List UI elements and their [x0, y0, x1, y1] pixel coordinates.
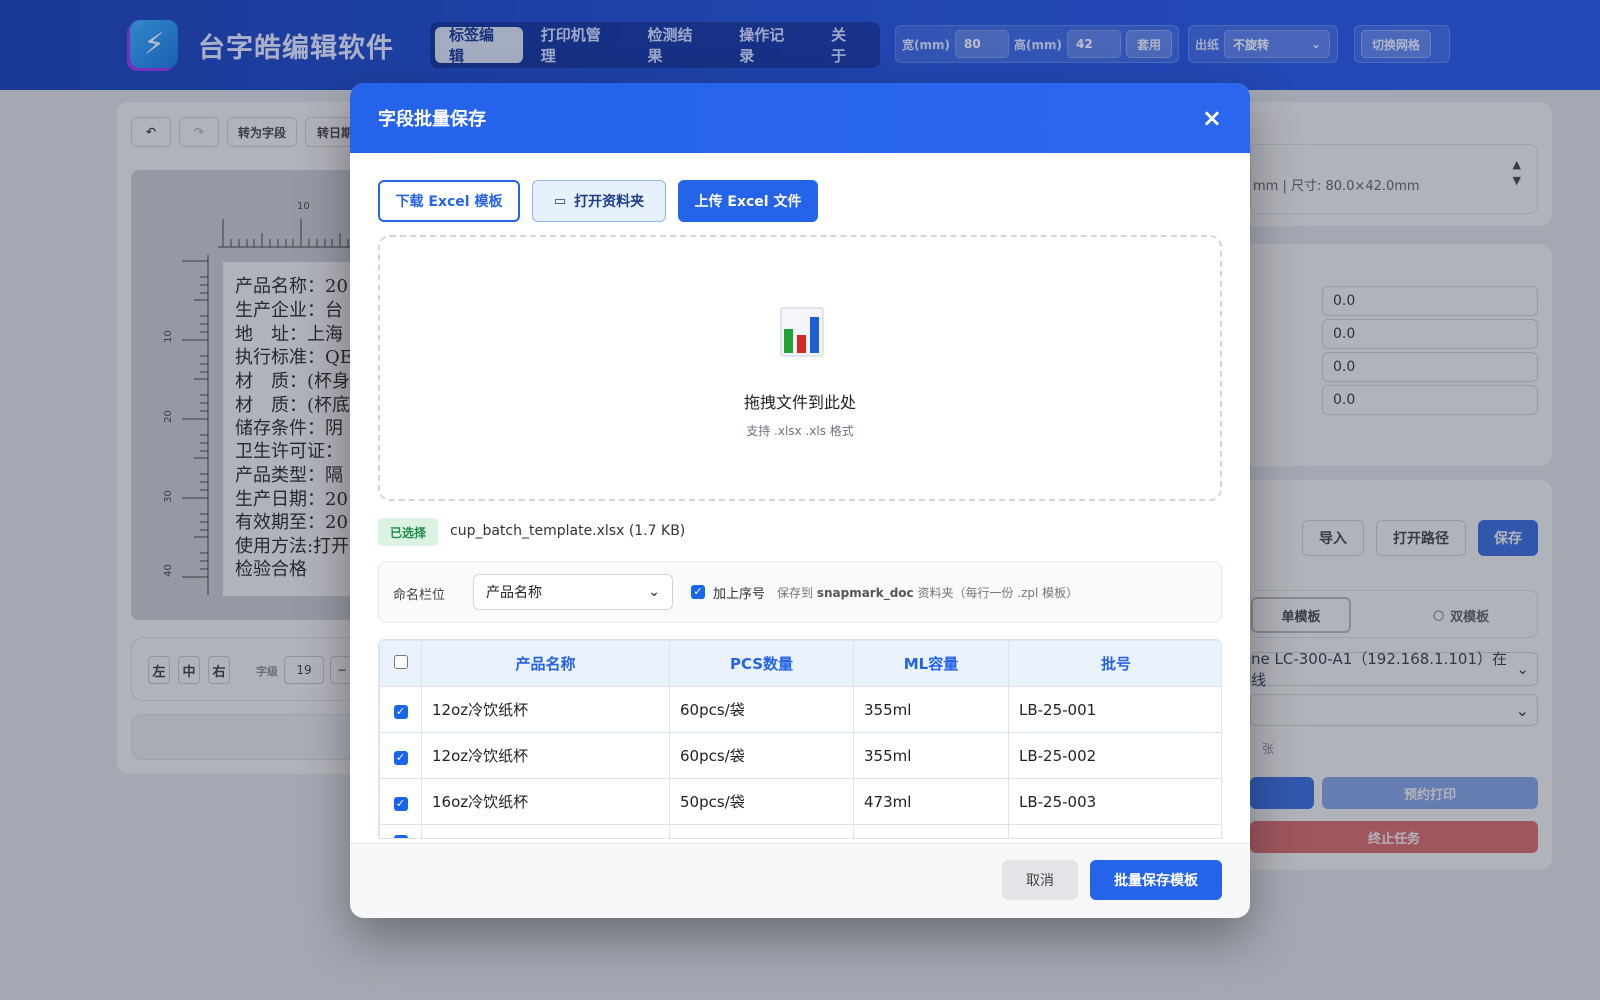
row-checkbox[interactable]: ✓ — [393, 796, 408, 811]
row-check-cell: ✓ — [379, 778, 422, 825]
table-cell — [669, 824, 854, 838]
select-all-cell — [379, 640, 422, 687]
table-header-row: 产品名称 PCS数量 ML容量 批号 — [379, 640, 1221, 687]
row-checkbox[interactable]: ✓ — [393, 750, 408, 765]
table-cell: 355ml — [853, 732, 1009, 779]
folder-icon: ▭ — [553, 193, 567, 209]
naming-options: 命名栏位 产品名称 ⌄ ✓ 加上序号 保存到 snapmark_doc 资料夹（… — [378, 561, 1222, 623]
dialog-header: 字段批量保存 × — [350, 83, 1250, 153]
dialog-title: 字段批量保存 — [378, 109, 486, 130]
selected-badge: 已选择 — [378, 518, 439, 546]
column-header: PCS数量 — [669, 640, 854, 687]
upload-excel-button[interactable]: 上传 Excel 文件 — [678, 180, 818, 222]
table-cell — [853, 824, 1009, 838]
row-check-cell: ✓ — [379, 732, 422, 779]
table-cell: 16oz冷饮纸杯 — [421, 778, 670, 825]
table-cell: LB-25-001 — [1008, 686, 1221, 733]
modal-backdrop-header — [0, 0, 1600, 90]
select-all-checkbox[interactable] — [393, 654, 408, 669]
table-cell: 60pcs/袋 — [669, 686, 854, 733]
naming-field-value: 产品名称 — [486, 585, 542, 601]
table-row: ✓ 12oz冷饮纸杯 60pcs/袋 355ml LB-25-001 — [379, 686, 1221, 733]
dialog-footer: 取消 批量保存模板 — [350, 843, 1250, 918]
table-cell — [1008, 824, 1221, 838]
row-checkbox[interactable]: ✓ — [393, 704, 408, 719]
table-row-partial: ✓ — [379, 824, 1221, 838]
dropzone-hint: 支持 .xlsx .xls 格式 — [746, 424, 854, 438]
add-sequence-checkbox[interactable]: ✓ — [691, 585, 705, 599]
file-dropzone[interactable]: 拖拽文件到此处 支持 .xlsx .xls 格式 — [378, 235, 1222, 501]
table-cell: 12oz冷饮纸杯 — [421, 686, 670, 733]
open-folder-label: 打开资料夹 — [574, 194, 645, 210]
batch-save-button[interactable]: 批量保存模板 — [1090, 860, 1222, 900]
batch-save-dialog: 字段批量保存 × 下载 Excel 模板 ▭ 打开资料夹 上传 Excel 文件… — [350, 83, 1250, 918]
table-row: ✓ 16oz冷饮纸杯 50pcs/袋 473ml LB-25-003 — [379, 778, 1221, 825]
table-row: ✓ 12oz冷饮纸杯 60pcs/袋 355ml LB-25-002 — [379, 732, 1221, 779]
add-sequence-label: 加上序号 — [713, 587, 766, 602]
data-table: 产品名称 PCS数量 ML容量 批号 ✓ 12oz冷饮纸杯 60pcs/袋 35… — [378, 639, 1222, 839]
naming-field-label: 命名栏位 — [393, 588, 446, 603]
table-cell: 60pcs/袋 — [669, 732, 854, 779]
column-header: 产品名称 — [421, 640, 670, 687]
save-location-hint: 保存到 snapmark_doc 资料夹（每行一份 .zpl 模板） — [777, 584, 1078, 601]
open-folder-button[interactable]: ▭ 打开资料夹 — [532, 180, 666, 222]
dropzone-title: 拖拽文件到此处 — [743, 393, 856, 412]
cancel-button[interactable]: 取消 — [1002, 860, 1078, 900]
column-header: ML容量 — [853, 640, 1009, 687]
naming-field-select[interactable]: 产品名称 ⌄ — [473, 574, 673, 610]
download-template-button[interactable]: 下载 Excel 模板 — [378, 180, 520, 222]
selected-file-name: cup_batch_template.xlsx (1.7 KB) — [450, 523, 686, 539]
hint-prefix: 保存到 — [777, 586, 817, 600]
column-header: 批号 — [1008, 640, 1221, 687]
table-cell: 12oz冷饮纸杯 — [421, 732, 670, 779]
row-check-cell: ✓ — [379, 824, 422, 838]
close-icon[interactable]: × — [1202, 104, 1222, 132]
row-checkbox[interactable]: ✓ — [393, 834, 408, 838]
row-check-cell: ✓ — [379, 686, 422, 733]
table-cell: LB-25-002 — [1008, 732, 1221, 779]
table-cell: 50pcs/袋 — [669, 778, 854, 825]
chevron-down-icon: ⌄ — [648, 584, 660, 600]
table-cell: 355ml — [853, 686, 1009, 733]
bar-chart-icon — [780, 307, 824, 357]
table-cell: LB-25-003 — [1008, 778, 1221, 825]
hint-suffix: 资料夹（每行一份 .zpl 模板） — [913, 586, 1079, 600]
table-cell: 473ml — [853, 778, 1009, 825]
table-cell — [421, 824, 670, 838]
hint-folder: snapmark_doc — [816, 586, 914, 600]
